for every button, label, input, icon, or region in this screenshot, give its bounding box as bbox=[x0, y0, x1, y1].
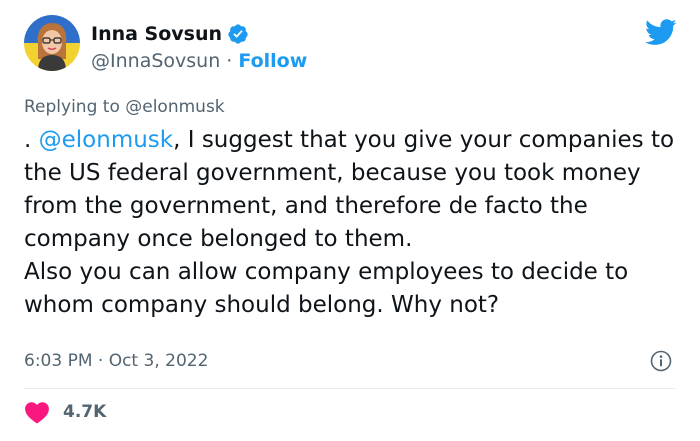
verified-badge-icon bbox=[227, 23, 249, 45]
tweet-lead: . bbox=[24, 127, 39, 153]
divider bbox=[24, 388, 676, 389]
tweet-text: . @elonmusk, I suggest that you give you… bbox=[24, 124, 684, 322]
tweet-mention[interactable]: @elonmusk bbox=[39, 127, 173, 153]
twitter-bird-icon[interactable] bbox=[645, 19, 677, 46]
author-name-row[interactable]: Inna Sovsun bbox=[91, 22, 249, 46]
handle-separator: · bbox=[220, 50, 239, 72]
avatar-image bbox=[24, 15, 80, 71]
heart-icon[interactable] bbox=[24, 400, 50, 424]
like-row[interactable]: 4.7K bbox=[24, 400, 106, 424]
follow-button[interactable]: Follow bbox=[238, 50, 307, 72]
replying-to: Replying to @elonmusk bbox=[24, 96, 225, 118]
author-display-name[interactable]: Inna Sovsun bbox=[91, 22, 222, 46]
tweet-body-2: Also you can allow company employees to … bbox=[24, 259, 629, 318]
author-handle-row: @InnaSovsun · Follow bbox=[91, 49, 307, 73]
tweet-timestamp[interactable]: 6:03 PM · Oct 3, 2022 bbox=[24, 349, 208, 373]
author-handle[interactable]: @InnaSovsun bbox=[91, 50, 220, 72]
info-icon[interactable] bbox=[649, 349, 673, 373]
avatar[interactable] bbox=[24, 15, 80, 71]
replying-to-target[interactable]: @elonmusk bbox=[125, 97, 224, 117]
like-count: 4.7K bbox=[63, 402, 107, 422]
replying-to-prefix: Replying to bbox=[24, 97, 126, 117]
